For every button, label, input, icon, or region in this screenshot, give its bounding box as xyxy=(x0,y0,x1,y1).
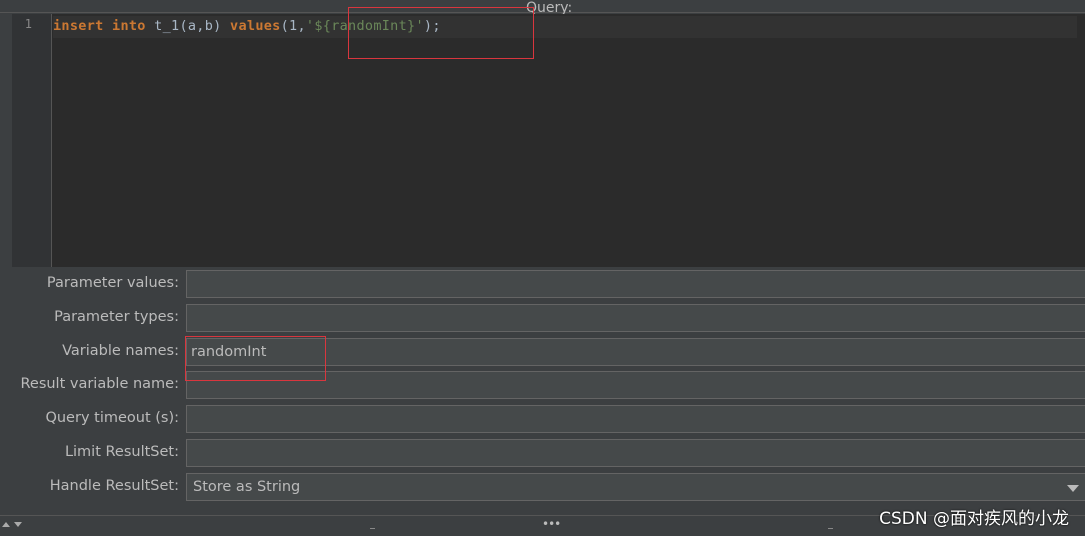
parameter-types-input[interactable] xyxy=(186,304,1085,332)
query-timeout-label: Query timeout (s): xyxy=(45,410,179,426)
variable-names-label: Variable names: xyxy=(62,343,179,359)
arrow-down-icon[interactable] xyxy=(14,522,22,527)
grip-dots-icon[interactable]: ••• xyxy=(542,517,561,531)
row-limit-resultset: Limit ResultSet: xyxy=(0,438,1085,468)
chevron-down-icon[interactable] xyxy=(1067,485,1079,492)
query-timeout-input[interactable] xyxy=(186,405,1085,433)
code-line[interactable]: insert into t_1(a,b) values(1,'${randomI… xyxy=(53,16,1077,38)
limit-resultset-input[interactable] xyxy=(186,439,1085,467)
handle-resultset-select[interactable]: Store as String xyxy=(186,473,1085,501)
parameter-values-label: Parameter values: xyxy=(46,275,179,291)
parameter-types-label: Parameter types: xyxy=(54,309,179,325)
line-gutter: 1 xyxy=(12,14,52,267)
row-query-timeout: Query timeout (s): xyxy=(0,404,1085,434)
parameter-values-input[interactable] xyxy=(186,270,1085,298)
keyword-values: values xyxy=(230,18,281,34)
table-name: t_1(a,b) xyxy=(154,18,222,34)
result-variable-name-label: Result variable name: xyxy=(20,376,179,392)
handle-resultset-label: Handle ResultSet: xyxy=(49,478,179,494)
query-section: Query: 1 insert into t_1(a,b) values(1,'… xyxy=(0,0,1085,270)
divider-tick xyxy=(370,528,375,529)
keyword-into: into xyxy=(112,18,146,34)
row-variable-names: Variable names: xyxy=(0,337,1085,367)
args-open: (1, xyxy=(280,18,306,34)
row-result-variable-name: Result variable name: xyxy=(0,370,1085,400)
arrow-up-icon[interactable] xyxy=(2,522,10,527)
line-number: 1 xyxy=(24,17,32,31)
variable-names-input[interactable] xyxy=(186,338,1085,366)
limit-resultset-label: Limit ResultSet: xyxy=(64,444,179,460)
result-variable-name-input[interactable] xyxy=(186,371,1085,399)
handle-resultset-value: Store as String xyxy=(193,479,301,495)
query-editor[interactable]: 1 insert into t_1(a,b) values(1,'${rando… xyxy=(12,14,1085,267)
row-parameter-values: Parameter values: xyxy=(0,269,1085,299)
string-literal: '${randomInt}' xyxy=(305,18,424,34)
keyword-insert: insert xyxy=(53,18,104,34)
watermark: CSDN @面对疾风的小龙 xyxy=(879,509,1069,529)
row-handle-resultset: Handle ResultSet: Store as String xyxy=(0,472,1085,502)
divider-tick xyxy=(828,528,833,529)
row-parameter-types: Parameter types: xyxy=(0,303,1085,333)
args-close: ); xyxy=(423,18,441,34)
